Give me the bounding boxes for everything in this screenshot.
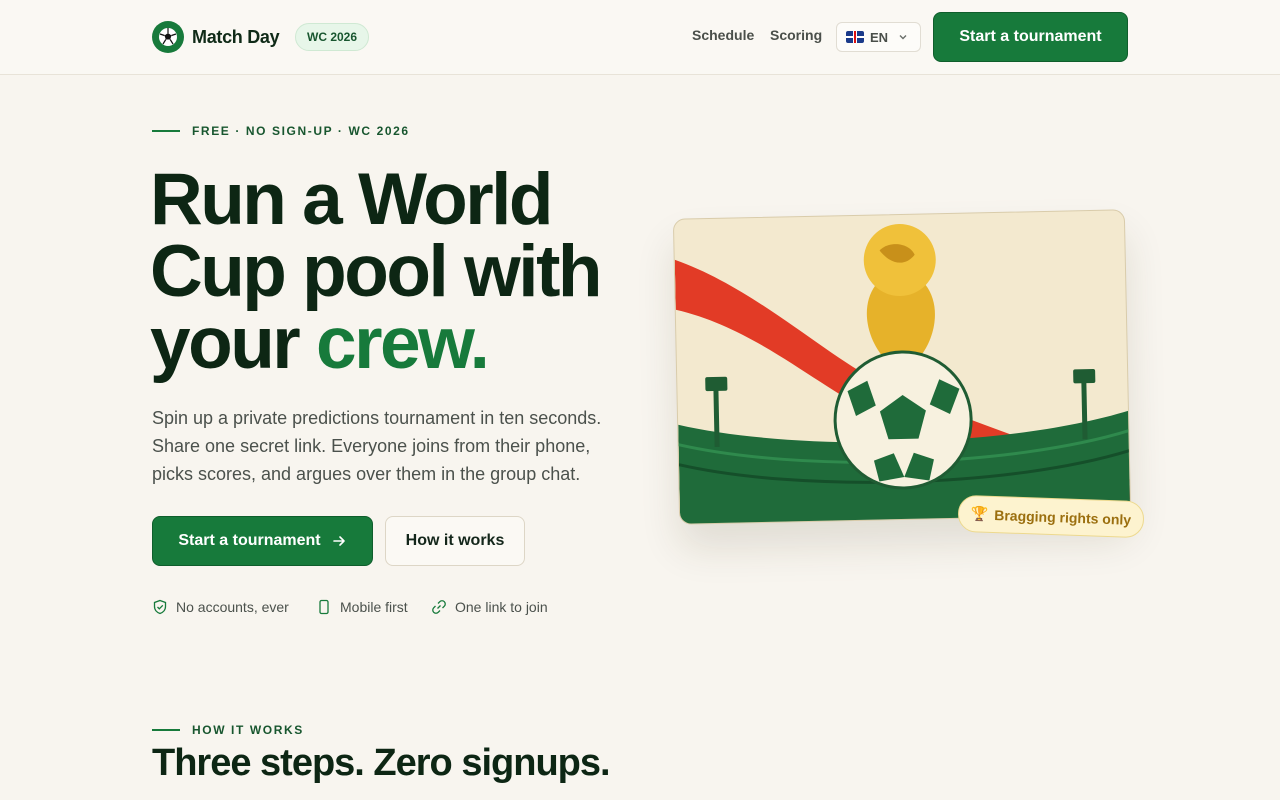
site-header: Match Day WC 2026 Schedule Scoring EN St… (0, 0, 1280, 75)
world-cup-illustration (674, 224, 1132, 525)
feature-mobile-first: Mobile first (316, 599, 408, 615)
how-it-works-eyebrow-text: HOW IT WORKS (192, 723, 304, 737)
feature-label: Mobile first (340, 599, 408, 615)
feature-no-accounts: No accounts, ever (152, 599, 289, 615)
hero-title: Run a World Cup pool with your crew. (150, 163, 650, 380)
brand-logo[interactable]: Match Day (152, 21, 280, 53)
header-start-tournament-button[interactable]: Start a tournament (933, 12, 1128, 62)
feature-one-link: One link to join (431, 599, 548, 615)
nav-schedule[interactable]: Schedule (692, 27, 754, 43)
hero-subtitle: Spin up a private predictions tournament… (152, 408, 602, 484)
uk-flag-icon (846, 31, 864, 43)
link-icon (432, 600, 446, 614)
hero-eyebrow: FREE · NO SIGN-UP · WC 2026 (152, 124, 410, 138)
how-it-works-button[interactable]: How it works (385, 516, 525, 566)
phone-icon (319, 599, 329, 615)
eyebrow-divider (152, 130, 180, 132)
how-it-works-eyebrow: HOW IT WORKS (152, 723, 304, 737)
start-tournament-label: Start a tournament (178, 532, 321, 549)
hero-eyebrow-text: FREE · NO SIGN-UP · WC 2026 (192, 124, 410, 138)
feature-label: No accounts, ever (176, 599, 289, 615)
nav-scoring[interactable]: Scoring (770, 27, 822, 43)
bragging-rights-badge: 🏆 Bragging rights only (957, 494, 1145, 539)
hero-title-line-1: Run a World (150, 159, 554, 240)
hero-title-line-3: your (150, 303, 316, 384)
chevron-down-icon (899, 35, 907, 40)
edition-badge: WC 2026 (295, 23, 370, 51)
shield-check-icon (153, 599, 167, 615)
feature-label: One link to join (455, 599, 548, 615)
soccer-ball-icon (152, 21, 184, 53)
badge-label: Bragging rights only (994, 506, 1132, 528)
language-code: EN (870, 29, 889, 45)
arrow-right-icon (332, 536, 345, 546)
hero-illustration-card (672, 209, 1132, 525)
hero-title-accent: crew. (315, 303, 490, 384)
language-selector[interactable]: EN (836, 22, 921, 52)
start-tournament-button[interactable]: Start a tournament (152, 516, 373, 566)
how-it-works-title: Three steps. Zero signups. (152, 742, 611, 784)
eyebrow-divider (152, 729, 180, 731)
brand-name: Match Day (192, 26, 280, 47)
trophy-icon: 🏆 (970, 505, 989, 522)
hero-title-line-2: Cup pool with (150, 231, 602, 312)
